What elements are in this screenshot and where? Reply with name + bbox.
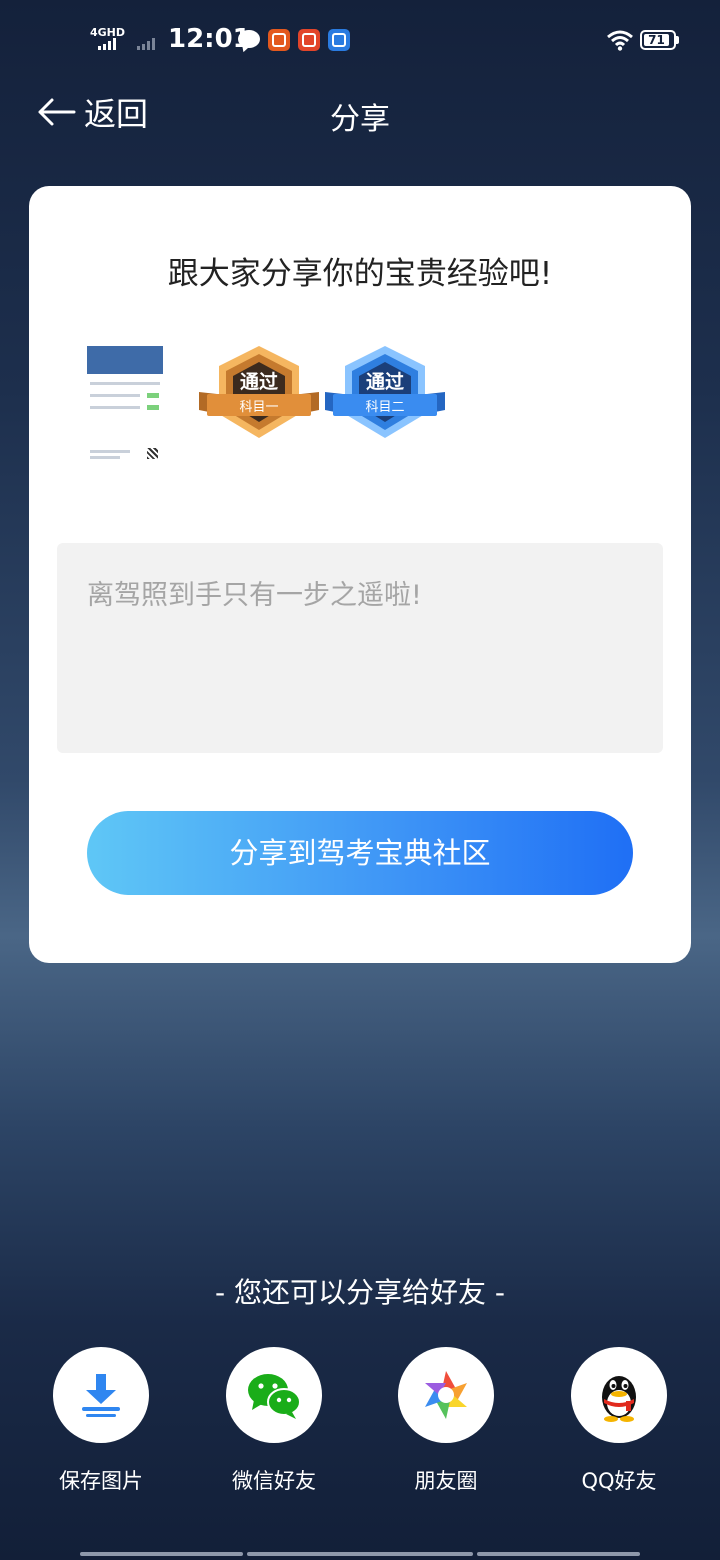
badge-bottom-text: 科目一 <box>239 400 278 415</box>
wifi-icon <box>607 30 633 51</box>
share-message-input[interactable]: 离驾照到手只有一步之遥啦! <box>57 543 663 753</box>
message-notification-icon <box>238 30 260 48</box>
share-item-label: 微信好友 <box>232 1469 316 1493</box>
app-notification-icon <box>268 29 290 51</box>
app-notification-icon <box>328 29 350 51</box>
signal-icon <box>98 38 116 50</box>
share-item-label: QQ好友 <box>581 1469 657 1493</box>
gesture-bar[interactable] <box>477 1552 640 1556</box>
share-to-community-button[interactable]: 分享到驾考宝典社区 <box>87 811 633 895</box>
qq-friend-button[interactable]: QQ好友 <box>554 1347 684 1495</box>
score-report-thumbnail[interactable] <box>87 346 163 480</box>
status-bar: 4GHD 12:01 71 <box>0 0 720 80</box>
battery-icon: 71 <box>640 30 676 50</box>
wechat-friend-button[interactable]: 微信好友 <box>209 1347 339 1495</box>
battery-level: 71 <box>648 33 665 47</box>
moments-icon <box>425 1371 467 1419</box>
download-icon <box>82 1374 120 1417</box>
qq-icon <box>602 1376 636 1422</box>
share-friends-title: - 您还可以分享给好友 - <box>214 1276 505 1309</box>
share-card: 跟大家分享你的宝贵经验吧! 通过 科目一 通过 科目二 离驾照到手只有一步之遥啦… <box>29 186 691 963</box>
page-title: 分享 <box>330 102 390 137</box>
badge-top-text: 通过 <box>366 371 404 393</box>
gesture-bar[interactable] <box>247 1552 473 1556</box>
app-notification-icon <box>298 29 320 51</box>
share-item-label: 保存图片 <box>59 1469 143 1493</box>
subject-one-pass-badge: 通过 科目一 <box>199 346 319 438</box>
gesture-bar[interactable] <box>80 1552 243 1556</box>
badge-top-text: 通过 <box>240 371 278 393</box>
nav-bar: 返回 分享 <box>0 80 720 144</box>
save-image-button[interactable]: 保存图片 <box>36 1347 166 1495</box>
share-item-label: 朋友圈 <box>414 1469 478 1493</box>
subject-two-pass-badge: 通过 科目二 <box>325 346 445 438</box>
moments-button[interactable]: 朋友圈 <box>381 1347 511 1495</box>
signal-secondary-icon <box>137 38 155 50</box>
badge-bottom-text: 科目二 <box>365 400 404 415</box>
wechat-icon <box>248 1374 301 1419</box>
card-heading: 跟大家分享你的宝贵经验吧! <box>167 256 553 292</box>
